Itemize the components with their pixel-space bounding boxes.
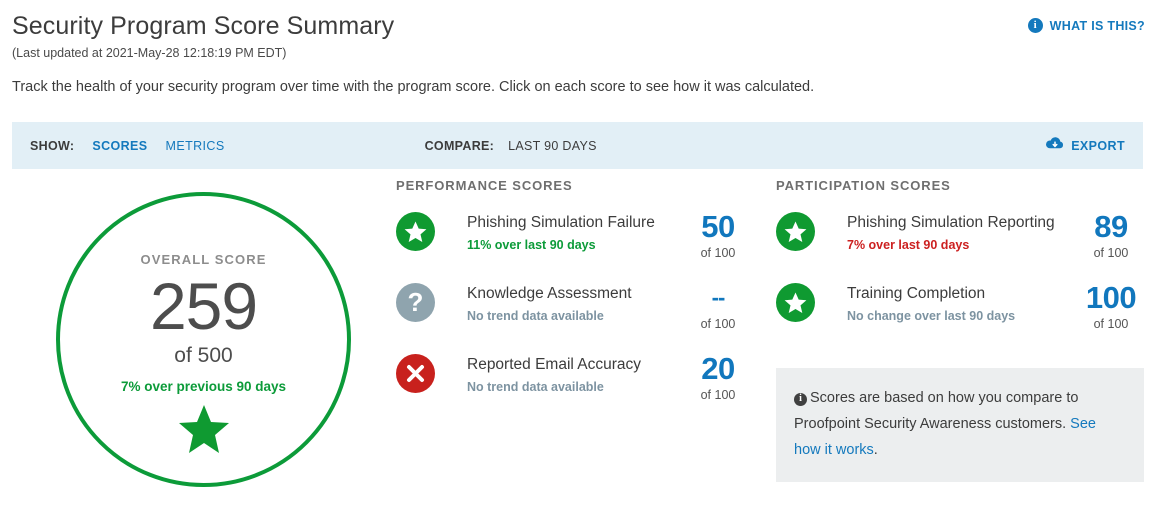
score-value: 50	[701, 209, 735, 244]
performance-scores-heading: PERFORMANCE SCORES	[396, 178, 573, 193]
note-text-after: .	[873, 442, 878, 458]
score-text-group: Reported Email Accuracy No trend data av…	[467, 352, 685, 395]
score-value-group: 20 of 100	[685, 352, 751, 403]
cloud-download-icon	[1046, 136, 1064, 155]
score-name: Training Completion	[847, 285, 986, 302]
overall-score-ring: OVERALL SCORE 259 of 500 7% over previou…	[56, 192, 351, 487]
score-value: 100	[1085, 280, 1137, 315]
overall-score-label: OVERALL SCORE	[140, 252, 267, 267]
what-is-this-link[interactable]: i WHAT IS THIS?	[1027, 18, 1145, 33]
score-row-reported-email-accuracy[interactable]: Reported Email Accuracy No trend data av…	[396, 352, 751, 423]
score-name: Phishing Simulation Failure	[467, 214, 655, 231]
score-row-phishing-simulation-failure[interactable]: Phishing Simulation Failure 11% over las…	[396, 210, 751, 281]
page-header: Security Program Score Summary (Last upd…	[0, 0, 1155, 97]
score-trend: 7% over last 90 days	[847, 238, 970, 252]
export-button[interactable]: EXPORT	[1046, 136, 1125, 155]
x-circle-icon	[396, 354, 435, 393]
tab-scores[interactable]: SCORES	[92, 139, 147, 153]
score-value: --	[711, 285, 726, 310]
compare-value[interactable]: LAST 90 DAYS	[508, 139, 597, 153]
participation-scores-heading: PARTICIPATION SCORES	[776, 178, 951, 193]
score-max: of 100	[700, 388, 736, 402]
score-trend: No change over last 90 days	[847, 309, 1016, 323]
info-icon: i	[1027, 18, 1043, 33]
score-value-group: 50 of 100	[685, 210, 751, 261]
security-program-score-page: Security Program Score Summary (Last upd…	[0, 0, 1155, 520]
performance-scores-column: PERFORMANCE SCORES Phishing Simulation F…	[396, 178, 751, 423]
what-is-this-label: WHAT IS THIS?	[1049, 18, 1145, 33]
page-title: Security Program Score Summary	[12, 12, 395, 40]
question-mark-glyph: ?	[407, 287, 424, 317]
compare-label: COMPARE:	[424, 138, 495, 153]
score-max: of 100	[1093, 317, 1129, 331]
info-circle-icon: i	[794, 392, 807, 406]
score-value: 89	[1094, 209, 1128, 244]
note-text: i Scores are based on how you compare to …	[794, 385, 1122, 463]
score-value-group: 100 of 100	[1078, 281, 1144, 332]
score-row-knowledge-assessment[interactable]: ? Knowledge Assessment No trend data ava…	[396, 281, 751, 352]
overall-score-trend: 7% over previous 90 days	[120, 379, 287, 394]
star-icon	[178, 404, 230, 459]
score-row-phishing-simulation-reporting[interactable]: Phishing Simulation Reporting 7% over la…	[776, 210, 1144, 281]
score-max: of 100	[1093, 246, 1129, 260]
score-text-group: Phishing Simulation Reporting 7% over la…	[847, 210, 1078, 253]
star-circle-icon	[776, 212, 815, 251]
note-text-before: Scores are based on how you compare to P…	[794, 390, 1079, 432]
score-trend: 11% over last 90 days	[467, 238, 596, 252]
export-label: EXPORT	[1071, 138, 1125, 153]
score-text-group: Knowledge Assessment No trend data avail…	[467, 281, 685, 324]
scores-content: OVERALL SCORE 259 of 500 7% over previou…	[0, 178, 1155, 518]
score-value-group: -- of 100	[685, 281, 751, 332]
star-circle-icon	[776, 283, 815, 322]
overall-score-max: of 500	[174, 344, 233, 367]
star-circle-icon	[396, 212, 435, 251]
overall-score-card[interactable]: OVERALL SCORE 259 of 500 7% over previou…	[56, 192, 351, 487]
score-name: Reported Email Accuracy	[467, 356, 642, 373]
overall-score-value: 259	[149, 269, 258, 343]
score-max: of 100	[700, 246, 736, 260]
last-updated-text: (Last updated at 2021-May-28 12:18:19 PM…	[12, 46, 287, 60]
scores-info-note: i Scores are based on how you compare to …	[776, 368, 1144, 482]
score-name: Phishing Simulation Reporting	[847, 214, 1055, 231]
score-text-group: Phishing Simulation Failure 11% over las…	[467, 210, 685, 253]
score-max: of 100	[700, 317, 736, 331]
page-description: Track the health of your security progra…	[12, 79, 815, 95]
compare-group: COMPARE: LAST 90 DAYS	[425, 139, 597, 153]
filter-toolbar: SHOW: SCORES METRICS COMPARE: LAST 90 DA…	[12, 122, 1143, 169]
score-trend: No trend data available	[467, 380, 604, 394]
participation-scores-column: PARTICIPATION SCORES Phishing Simulation…	[776, 178, 1144, 352]
score-row-training-completion[interactable]: Training Completion No change over last …	[776, 281, 1144, 352]
score-trend: No trend data available	[467, 309, 604, 323]
question-circle-icon: ?	[396, 283, 435, 322]
score-text-group: Training Completion No change over last …	[847, 281, 1078, 324]
tab-metrics[interactable]: METRICS	[166, 139, 225, 153]
score-value: 20	[701, 351, 735, 386]
score-name: Knowledge Assessment	[467, 285, 632, 302]
show-label: SHOW:	[30, 138, 75, 153]
score-value-group: 89 of 100	[1078, 210, 1144, 261]
